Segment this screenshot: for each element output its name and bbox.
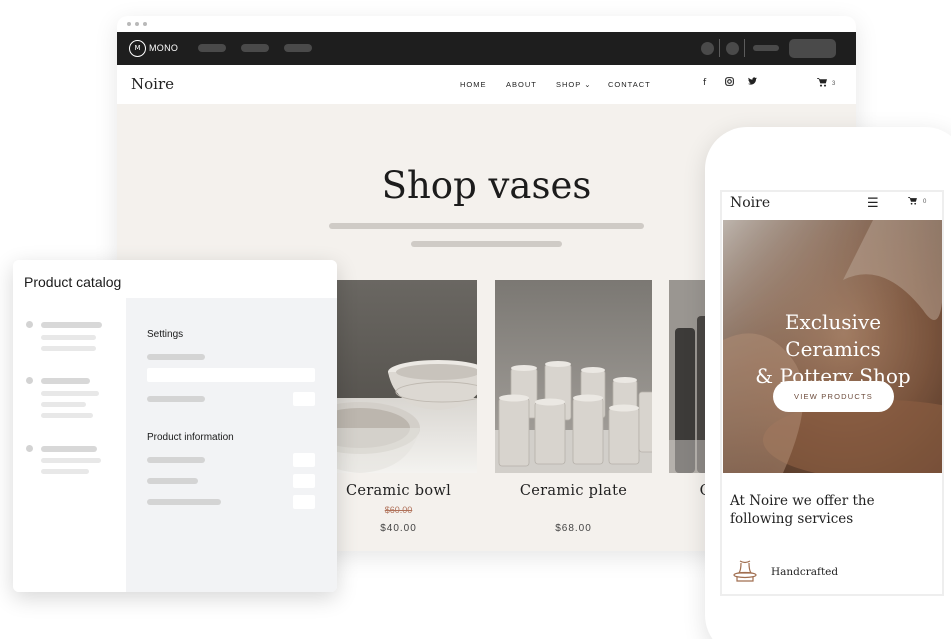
window-dot — [135, 22, 139, 26]
field-label-placeholder — [147, 354, 205, 360]
sidebar-item-placeholder[interactable] — [41, 378, 90, 384]
section-heading-product-info: Product information — [147, 432, 234, 443]
cart-count: 3 — [832, 81, 836, 87]
hero-title-line: Exclusive — [784, 310, 882, 334]
toolbar-placeholder[interactable] — [753, 45, 779, 51]
cart-icon[interactable] — [817, 78, 827, 90]
product-price: $68.00 — [555, 523, 592, 534]
list-bullet — [26, 321, 33, 328]
site-logo[interactable]: Noire — [131, 75, 174, 93]
toolbar-placeholder[interactable] — [198, 44, 226, 52]
toolbar-round-button[interactable] — [701, 42, 714, 55]
sidebar-subitem-placeholder — [41, 402, 86, 407]
subtitle-placeholder — [329, 223, 644, 229]
product-name[interactable]: Ceramic bowl — [320, 483, 477, 499]
catalog-title: Product catalog — [24, 274, 122, 290]
window-chrome — [117, 16, 856, 32]
view-products-button[interactable]: VIEW PRODUCTS — [773, 381, 894, 412]
mono-logo-icon: M — [129, 40, 146, 57]
small-input[interactable] — [293, 495, 315, 509]
window-dot — [143, 22, 147, 26]
catalog-sidebar — [13, 298, 126, 592]
toolbar-divider — [744, 39, 745, 57]
product-catalog-panel: Product catalog Settings Product informa… — [13, 260, 337, 592]
list-bullet — [26, 445, 33, 452]
text-field[interactable] — [147, 368, 315, 382]
window-dot — [127, 22, 131, 26]
section-heading-settings: Settings — [147, 329, 184, 340]
editor-toolbar: M MONO — [117, 32, 856, 65]
site-header: Noire HOME ABOUT SHOP ⌄ CONTACT f 3 — [117, 65, 856, 104]
small-input[interactable] — [293, 474, 315, 488]
sidebar-subitem-placeholder — [41, 413, 93, 418]
sidebar-subitem-placeholder — [41, 335, 96, 340]
sidebar-subitem-placeholder — [41, 346, 96, 351]
product-price: $40.00 — [380, 523, 417, 534]
mobile-hero: Exclusive Ceramics & Pottery Shop VIEW P… — [723, 220, 942, 473]
feature-label: Handcrafted — [771, 566, 839, 578]
field-label-placeholder — [147, 499, 221, 505]
sidebar-subitem-placeholder — [41, 469, 89, 474]
small-input[interactable] — [293, 392, 315, 406]
small-input[interactable] — [293, 453, 315, 467]
catalog-header: Product catalog — [13, 260, 337, 298]
subtitle-placeholder — [411, 241, 562, 247]
hamburger-menu-icon[interactable]: ☰ — [867, 196, 879, 211]
toolbar-divider — [719, 39, 720, 57]
cart-count: 0 — [923, 199, 927, 205]
catalog-main — [126, 298, 337, 592]
sidebar-subitem-placeholder — [41, 391, 99, 396]
sidebar-item-placeholder[interactable] — [41, 446, 97, 452]
editor-action-button[interactable] — [789, 39, 836, 58]
toolbar-placeholder[interactable] — [241, 44, 269, 52]
field-label-placeholder — [147, 457, 205, 463]
sidebar-subitem-placeholder — [41, 458, 101, 463]
product-image-plate[interactable] — [495, 280, 652, 473]
nav-home[interactable]: HOME — [460, 80, 487, 89]
cart-icon[interactable] — [908, 197, 917, 207]
services-heading: At Noire we offer the following services — [730, 493, 875, 527]
list-bullet — [26, 377, 33, 384]
nav-shop[interactable]: SHOP ⌄ — [556, 80, 592, 89]
pottery-wheel-icon — [732, 558, 758, 584]
field-label-placeholder — [147, 396, 205, 402]
instagram-icon[interactable] — [725, 77, 734, 89]
sidebar-item-placeholder[interactable] — [41, 322, 102, 328]
mobile-screen: Noire ☰ 0 Exclusive Ceramics & Pottery S… — [720, 190, 944, 596]
facebook-icon[interactable]: f — [703, 78, 706, 88]
editor-brand-name: MONO — [149, 43, 179, 53]
product-old-price: $60.00 — [384, 505, 413, 515]
field-label-placeholder — [147, 478, 198, 484]
product-image-bowl[interactable] — [320, 280, 477, 473]
product-name[interactable]: C — [621, 483, 711, 499]
toolbar-round-button[interactable] — [726, 42, 739, 55]
toolbar-placeholder[interactable] — [284, 44, 312, 52]
hero-title-line: Ceramics — [785, 337, 881, 361]
nav-about[interactable]: ABOUT — [506, 80, 537, 89]
twitter-icon[interactable] — [748, 77, 757, 88]
mobile-hero-title: Exclusive Ceramics & Pottery Shop — [723, 309, 942, 390]
mobile-site-logo[interactable]: Noire — [730, 195, 770, 211]
nav-contact[interactable]: CONTACT — [608, 80, 651, 89]
